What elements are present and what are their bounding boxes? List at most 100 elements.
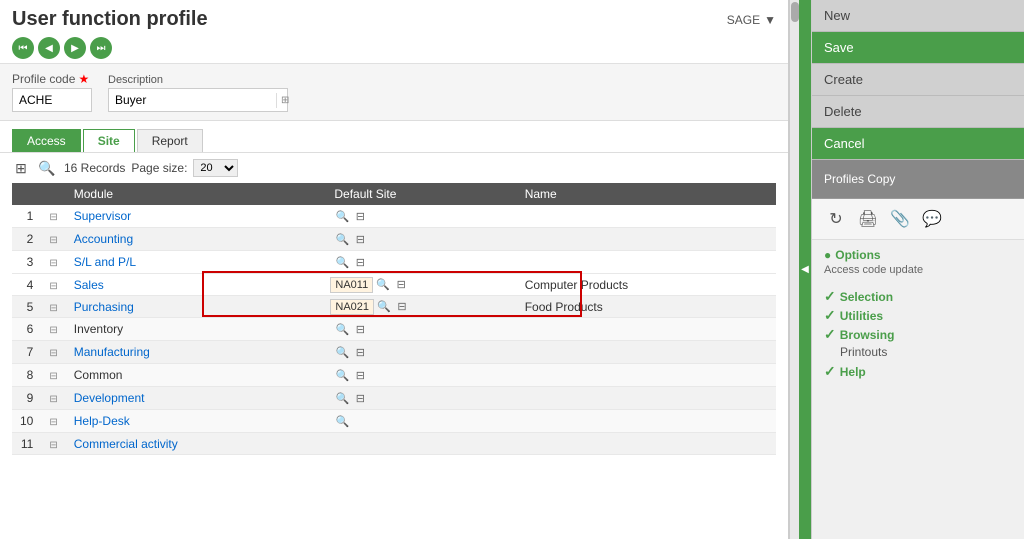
printouts-link[interactable]: Printouts — [840, 345, 1012, 359]
module-link[interactable]: Help-Desk — [74, 414, 130, 428]
row-icon: ⊟ — [41, 433, 65, 455]
row-num: 1 — [12, 205, 41, 228]
site-search-btn[interactable]: 🔍 — [334, 367, 350, 383]
site-search-btn[interactable]: 🔍 — [376, 299, 392, 315]
page-size-select[interactable]: 20 50 100 — [193, 159, 238, 177]
table-row: 11 ⊟ Commercial activity — [12, 433, 776, 455]
site-value: NA021 — [330, 299, 374, 315]
table-row: 1 ⊟ Supervisor 🔍⊟ — [12, 205, 776, 228]
module-link[interactable]: Accounting — [74, 232, 133, 246]
site-cell: 🔍⊟ — [326, 205, 516, 228]
table-toolbar: ⊞ 🔍 16 Records Page size: 20 50 100 — [12, 159, 776, 177]
site-edit-btn[interactable]: ⊟ — [352, 390, 368, 406]
module-link[interactable]: Development — [74, 391, 145, 405]
print-icon[interactable]: 🖨 — [856, 207, 880, 231]
nav-next-button[interactable]: ▶ — [64, 37, 86, 59]
site-search-btn[interactable]: 🔍 — [334, 413, 350, 429]
module-link[interactable]: Sales — [74, 278, 104, 292]
name-cell: Food Products — [517, 296, 776, 318]
records-info: 16 Records Page size: 20 50 100 — [64, 159, 244, 177]
profile-code-label: Profile code ★ — [12, 72, 92, 86]
site-search-btn[interactable]: 🔍 — [334, 344, 350, 360]
selection-link[interactable]: ✓ Selection — [824, 288, 1012, 305]
module-link[interactable]: Manufacturing — [74, 345, 150, 359]
scroll-thumb[interactable] — [791, 2, 799, 22]
options-title[interactable]: ● Options — [824, 248, 1012, 262]
site-search-btn[interactable]: 🔍 — [334, 208, 350, 224]
nav-buttons: ⏮ ◀ ▶ ⏭ — [12, 37, 776, 59]
nav-last-button[interactable]: ⏭ — [90, 37, 112, 59]
site-edit-btn[interactable]: ⊟ — [352, 254, 368, 270]
name-cell: Computer Products — [517, 274, 776, 296]
nav-prev-button[interactable]: ◀ — [38, 37, 60, 59]
nav-first-button[interactable]: ⏮ — [12, 37, 34, 59]
comment-icon[interactable]: 💬 — [920, 207, 944, 231]
row-icon: ⊟ — [41, 251, 65, 274]
utilities-link[interactable]: ✓ Utilities — [824, 307, 1012, 324]
row-num: 10 — [12, 410, 41, 433]
tab-site[interactable]: Site — [83, 129, 135, 152]
sidebar-toggle[interactable]: ◀ — [799, 0, 811, 539]
site-edit-btn[interactable]: ⊟ — [352, 367, 368, 383]
row-num: 3 — [12, 251, 41, 274]
module-link[interactable]: Supervisor — [74, 209, 131, 223]
table-row: 10 ⊟ Help-Desk 🔍 — [12, 410, 776, 433]
site-edit-btn[interactable]: ⊟ — [352, 344, 368, 360]
site-edit-btn[interactable]: ⊟ — [352, 231, 368, 247]
name-cell — [517, 433, 776, 455]
module-link[interactable]: Commercial activity — [74, 437, 178, 451]
name-cell — [517, 341, 776, 364]
row-num: 9 — [12, 387, 41, 410]
right-sidebar: New Save Create Delete Cancel Profiles C… — [811, 0, 1024, 539]
module-cell: Sales — [66, 274, 327, 296]
site-cell: 🔍⊟ — [326, 341, 516, 364]
scrollbar[interactable] — [789, 0, 799, 539]
tab-access[interactable]: Access — [12, 129, 81, 152]
row-icon: ⊟ — [41, 274, 65, 296]
site-edit-btn[interactable]: ⊟ — [393, 277, 409, 293]
browsing-link[interactable]: ✓ Browsing — [824, 326, 1012, 343]
attachment-icon[interactable]: 📎 — [888, 207, 912, 231]
site-search-btn[interactable]: 🔍 — [375, 277, 391, 293]
site-cell: 🔍 — [326, 410, 516, 433]
description-field[interactable]: ⊞ — [108, 88, 288, 112]
description-input[interactable] — [109, 90, 276, 110]
name-cell — [517, 387, 776, 410]
save-button[interactable]: Save — [812, 32, 1024, 64]
module-cell: Accounting — [66, 228, 327, 251]
module-link[interactable]: Purchasing — [74, 300, 134, 314]
site-cell — [326, 433, 516, 455]
tab-report[interactable]: Report — [137, 129, 203, 152]
col-num — [12, 183, 41, 205]
site-search-btn[interactable]: 🔍 — [334, 254, 350, 270]
profile-code-input[interactable] — [12, 88, 92, 112]
new-button[interactable]: New — [812, 0, 1024, 32]
site-search-btn[interactable]: 🔍 — [334, 231, 350, 247]
expand-icon[interactable]: ⊞ — [276, 93, 293, 108]
sidebar-links-section: ✓ Selection ✓ Utilities ✓ Browsing Print… — [812, 284, 1024, 390]
refresh-icon[interactable]: ↻ — [824, 207, 848, 231]
row-icon: ⊟ — [41, 364, 65, 387]
module-link[interactable]: Inventory — [74, 322, 123, 336]
sage-label: SAGE — [727, 13, 760, 27]
site-search-btn[interactable]: 🔍 — [334, 390, 350, 406]
sage-dropdown[interactable]: SAGE ▼ — [727, 13, 776, 27]
site-search-btn[interactable]: 🔍 — [334, 321, 350, 337]
help-link[interactable]: ✓ Help — [824, 363, 1012, 380]
module-link[interactable]: Common — [74, 368, 123, 382]
cancel-button[interactable]: Cancel — [812, 128, 1024, 160]
description-label: Description — [108, 74, 288, 86]
row-num: 5 — [12, 296, 41, 318]
search-icon[interactable]: 🔍 — [38, 159, 56, 177]
description-group: Description ⊞ — [108, 74, 288, 112]
delete-button[interactable]: Delete — [812, 96, 1024, 128]
profiles-copy-button[interactable]: Profiles Copy — [812, 160, 1024, 199]
row-num: 7 — [12, 341, 41, 364]
grid-icon[interactable]: ⊞ — [12, 159, 30, 177]
module-link[interactable]: S/L and P/L — [74, 255, 136, 269]
site-edit-btn[interactable]: ⊟ — [394, 299, 410, 315]
create-button[interactable]: Create — [812, 64, 1024, 96]
site-edit-btn[interactable]: ⊟ — [352, 321, 368, 337]
profile-code-group: Profile code ★ — [12, 72, 92, 112]
site-edit-btn[interactable]: ⊟ — [352, 208, 368, 224]
